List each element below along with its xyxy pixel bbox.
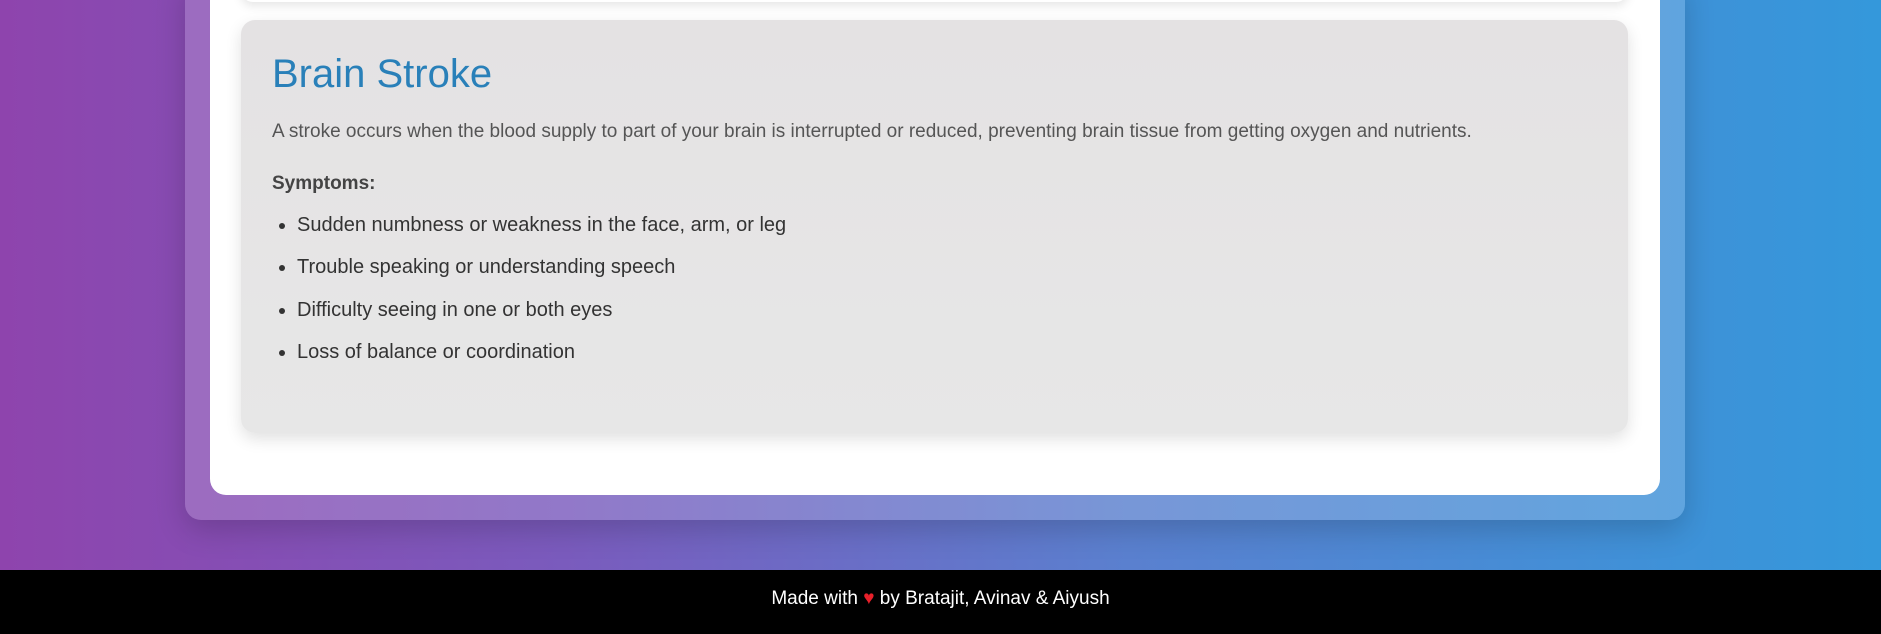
card-title: Brain Stroke	[272, 52, 493, 96]
card-description: A stroke occurs when the blood supply to…	[272, 121, 1472, 142]
footer-prefix: Made with	[771, 588, 858, 609]
symptom-item: Difficulty seeing in one or both eyes	[297, 298, 1597, 322]
footer: Made with ♥ by Bratajit, Avinav & Aiyush	[0, 570, 1881, 634]
symptom-item: Loss of balance or coordination	[297, 340, 1597, 364]
symptom-list: Sudden numbness or weakness in the face,…	[272, 213, 1597, 365]
footer-credits: by Bratajit, Avinav & Aiyush	[879, 588, 1110, 609]
symptom-item: Trouble speaking or understanding speech	[297, 255, 1597, 279]
previous-card-edge	[241, 0, 1628, 2]
symptoms-heading: Symptoms:	[272, 172, 376, 194]
heart-icon: ♥	[863, 588, 875, 609]
symptom-item: Sudden numbness or weakness in the face,…	[297, 213, 1597, 237]
disease-card: Brain Stroke A stroke occurs when the bl…	[241, 20, 1628, 433]
